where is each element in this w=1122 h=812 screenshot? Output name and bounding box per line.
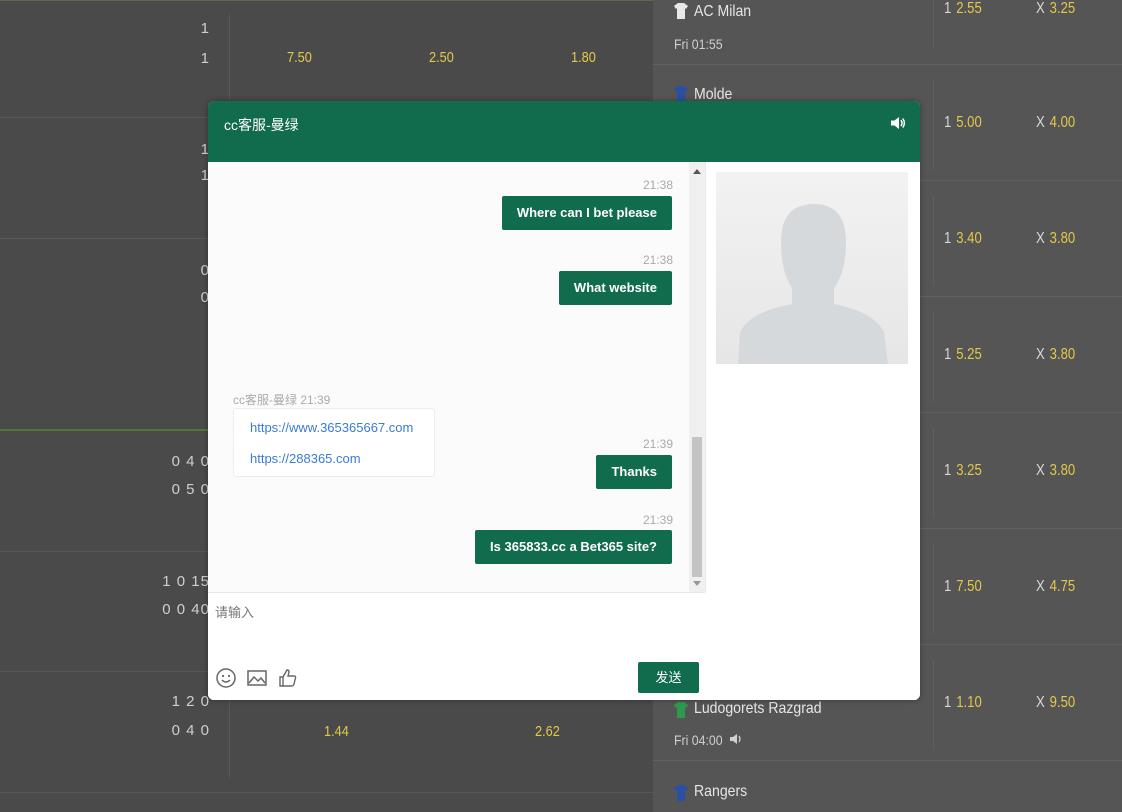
score-line: 1 [200,141,210,158]
column-divider [933,312,934,402]
score-line: 1 [200,50,210,67]
odds-home[interactable]: 1 1.10 [944,694,982,712]
odds-draw[interactable]: X 3.80 [1036,230,1075,248]
live-indicator-line [0,429,232,431]
odds-value[interactable]: 2.62 [535,723,560,740]
avatar-placeholder-icon [716,172,908,364]
user-message-bubble: What website [558,271,672,305]
team-name[interactable]: Ludogorets Razgrad [694,700,822,718]
message-list[interactable]: 21:38 Where can I bet please 21:38 What … [208,162,706,592]
message-input-area[interactable]: 请输入 发送 [208,592,705,700]
chat-header: cc客服-曼绿 [208,101,920,162]
odds-home[interactable]: 1 5.25 [944,346,982,364]
odds-draw[interactable]: X 3.25 [1036,0,1075,18]
chat-title: cc客服-曼绿 [224,117,299,133]
send-button[interactable]: 发送 [638,662,699,693]
shirt-icon [674,702,688,718]
match-time: Fri 01:55 [674,36,723,52]
odds-value[interactable]: 7.50 [287,49,312,66]
odds-home[interactable]: 1 3.25 [944,462,982,480]
speaker-icon [730,734,741,744]
score-line: 1 2 0 [171,693,210,710]
user-message-bubble: Where can I bet please [501,196,672,230]
odds-value[interactable]: 1.44 [324,723,349,740]
user-message-bubble: Is 365833.cc a Bet365 site? [475,530,672,564]
odds-home[interactable]: 1 3.40 [944,230,982,248]
odds-draw[interactable]: X 9.50 [1036,694,1075,712]
message-timestamp: 21:39 [642,513,673,527]
message-timestamp: 21:38 [642,178,673,192]
column-divider [933,80,934,170]
odds-draw[interactable]: X 3.80 [1036,462,1075,480]
score-line: 1 [200,167,210,184]
odds-draw[interactable]: X 4.75 [1036,578,1075,596]
message-input-placeholder[interactable]: 请输入 [215,602,254,621]
chat-window: cc客服-曼绿 21:38 Where can I bet please 21:… [208,101,920,700]
shirt-icon [674,785,688,801]
odds-home[interactable]: 1 7.50 [944,578,982,596]
scroll-down-arrow-icon[interactable] [693,581,701,586]
scrollbar-thumb[interactable] [692,437,702,577]
column-divider [933,660,934,750]
column-divider [933,428,934,518]
team-name[interactable]: Rangers [694,783,747,801]
emoji-icon[interactable] [215,667,237,689]
score-line: 1 0 15 [162,573,210,590]
score-line: 0 4 0 [171,722,210,739]
match-time: Fri 04:00 [674,732,723,748]
score-line: 0 5 0 [171,481,210,498]
shirt-icon [674,3,688,19]
row-divider [0,792,653,793]
shirt-icon [674,86,688,102]
score-line: 0 [200,289,210,306]
avatar [716,172,908,364]
score-line: 0 [200,262,210,279]
score-line: 0 4 0 [171,453,210,470]
agent-info-panel [706,162,920,700]
thumbs-up-icon[interactable] [277,667,299,689]
agent-message-header: cc客服-曼绿 21:39 [233,393,331,407]
message-link[interactable]: https://www.365365667.com [250,420,413,435]
message-scrollbar[interactable] [689,162,705,592]
column-divider [933,0,934,48]
agent-message-bubble: https://www.365365667.com https://288365… [233,408,435,477]
column-divider [933,196,934,286]
message-timestamp: 21:38 [642,253,673,267]
odds-value[interactable]: 2.50 [429,49,454,66]
odds-home[interactable]: 1 2.55 [944,0,982,18]
user-message-bubble: Thanks [596,455,672,489]
team-name[interactable]: AC Milan [694,3,751,21]
odds-home[interactable]: 1 5.00 [944,114,982,132]
odds-draw[interactable]: X 3.80 [1036,346,1075,364]
column-divider [933,544,934,634]
message-link[interactable]: https://288365.com [250,451,361,466]
score-line: 1 [200,20,210,37]
score-line: 0 0 40 [162,601,210,618]
speaker-icon[interactable] [890,115,906,131]
odds-value[interactable]: 1.80 [571,49,596,66]
image-icon[interactable] [246,667,268,689]
odds-draw[interactable]: X 4.00 [1036,114,1075,132]
scroll-up-arrow-icon[interactable] [693,169,701,174]
message-timestamp: 21:39 [642,437,673,451]
